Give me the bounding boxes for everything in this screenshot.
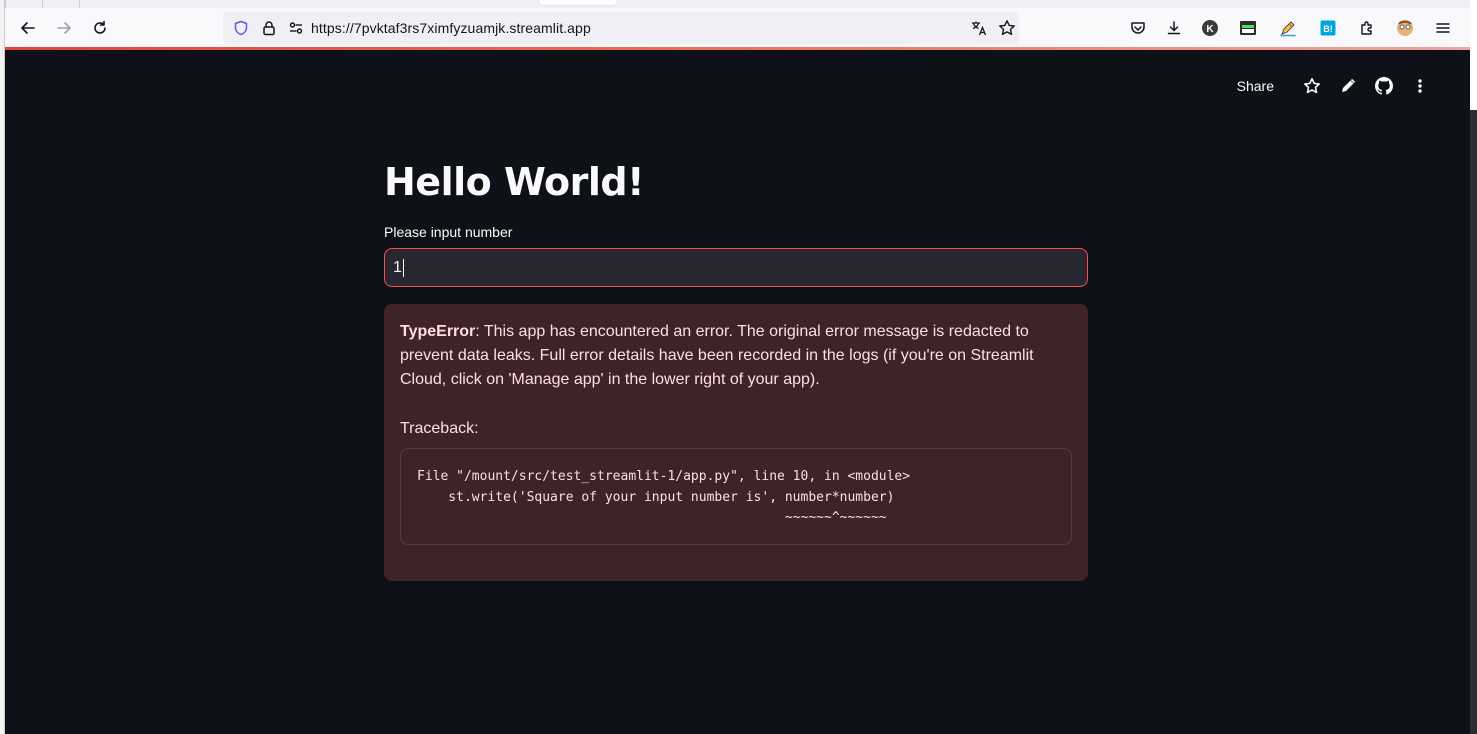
active-tab[interactable] — [539, 0, 617, 5]
svg-text:K: K — [1206, 24, 1214, 35]
text-caret — [402, 258, 404, 277]
permissions-icon[interactable] — [286, 18, 306, 38]
background-window-strip-right — [1470, 0, 1477, 734]
url-bar[interactable]: https://7pvktaf3rs7ximfyzuamjk.streamlit… — [223, 12, 1019, 44]
translate-icon[interactable] — [969, 18, 989, 38]
streamlit-app: Share Hello World! Please input number 1… — [5, 50, 1470, 734]
svg-text:B!: B! — [1323, 24, 1333, 34]
shield-icon[interactable] — [231, 18, 251, 38]
tab-strip — [5, 0, 1470, 8]
error-message: TypeError: This app has encountered an e… — [400, 320, 1072, 392]
star-icon[interactable] — [997, 18, 1017, 38]
pen-icon[interactable] — [1276, 16, 1300, 40]
tab-manager-icon[interactable] — [1236, 16, 1260, 40]
error-alert: TypeError: This app has encountered an e… — [384, 304, 1088, 581]
tab-divider — [5, 0, 6, 8]
profile-k-icon[interactable]: K — [1198, 16, 1222, 40]
url-text[interactable]: https://7pvktaf3rs7ximfyzuamjk.streamlit… — [311, 20, 591, 36]
menu-icon[interactable] — [1431, 16, 1455, 40]
extensions-icon[interactable] — [1355, 16, 1379, 40]
main-content: Hello World! Please input number 1 TypeE… — [384, 160, 1088, 581]
background-window-top — [1470, 0, 1477, 110]
star-icon[interactable] — [1294, 74, 1330, 98]
lock-icon[interactable] — [259, 18, 279, 38]
download-icon[interactable] — [1162, 16, 1186, 40]
error-type: TypeError — [400, 323, 476, 340]
number-input-label: Please input number — [384, 224, 513, 240]
bookmark-b-icon[interactable]: B! — [1316, 16, 1340, 40]
edit-icon[interactable] — [1330, 74, 1366, 98]
browser-navbar: https://7pvktaf3rs7ximfyzuamjk.streamlit… — [5, 8, 1470, 48]
avatar-icon[interactable] — [1393, 16, 1417, 40]
forward-icon[interactable] — [50, 14, 78, 42]
tab-divider — [42, 0, 43, 8]
reload-icon[interactable] — [86, 14, 114, 42]
tab-divider — [79, 0, 80, 8]
traceback-code: File "/mount/src/test_streamlit-1/app.py… — [400, 448, 1072, 545]
error-text: : This app has encountered an error. The… — [400, 323, 1034, 388]
share-button[interactable]: Share — [1237, 78, 1274, 94]
app-toolbar: Share — [1237, 74, 1438, 98]
github-icon[interactable] — [1366, 74, 1402, 98]
more-icon[interactable] — [1402, 74, 1438, 98]
number-input[interactable]: 1 — [384, 248, 1088, 287]
page-title: Hello World! — [384, 160, 644, 204]
back-icon[interactable] — [14, 14, 42, 42]
traceback-label: Traceback: — [400, 420, 479, 437]
pocket-icon[interactable] — [1126, 16, 1150, 40]
number-input-value[interactable]: 1 — [393, 259, 402, 277]
